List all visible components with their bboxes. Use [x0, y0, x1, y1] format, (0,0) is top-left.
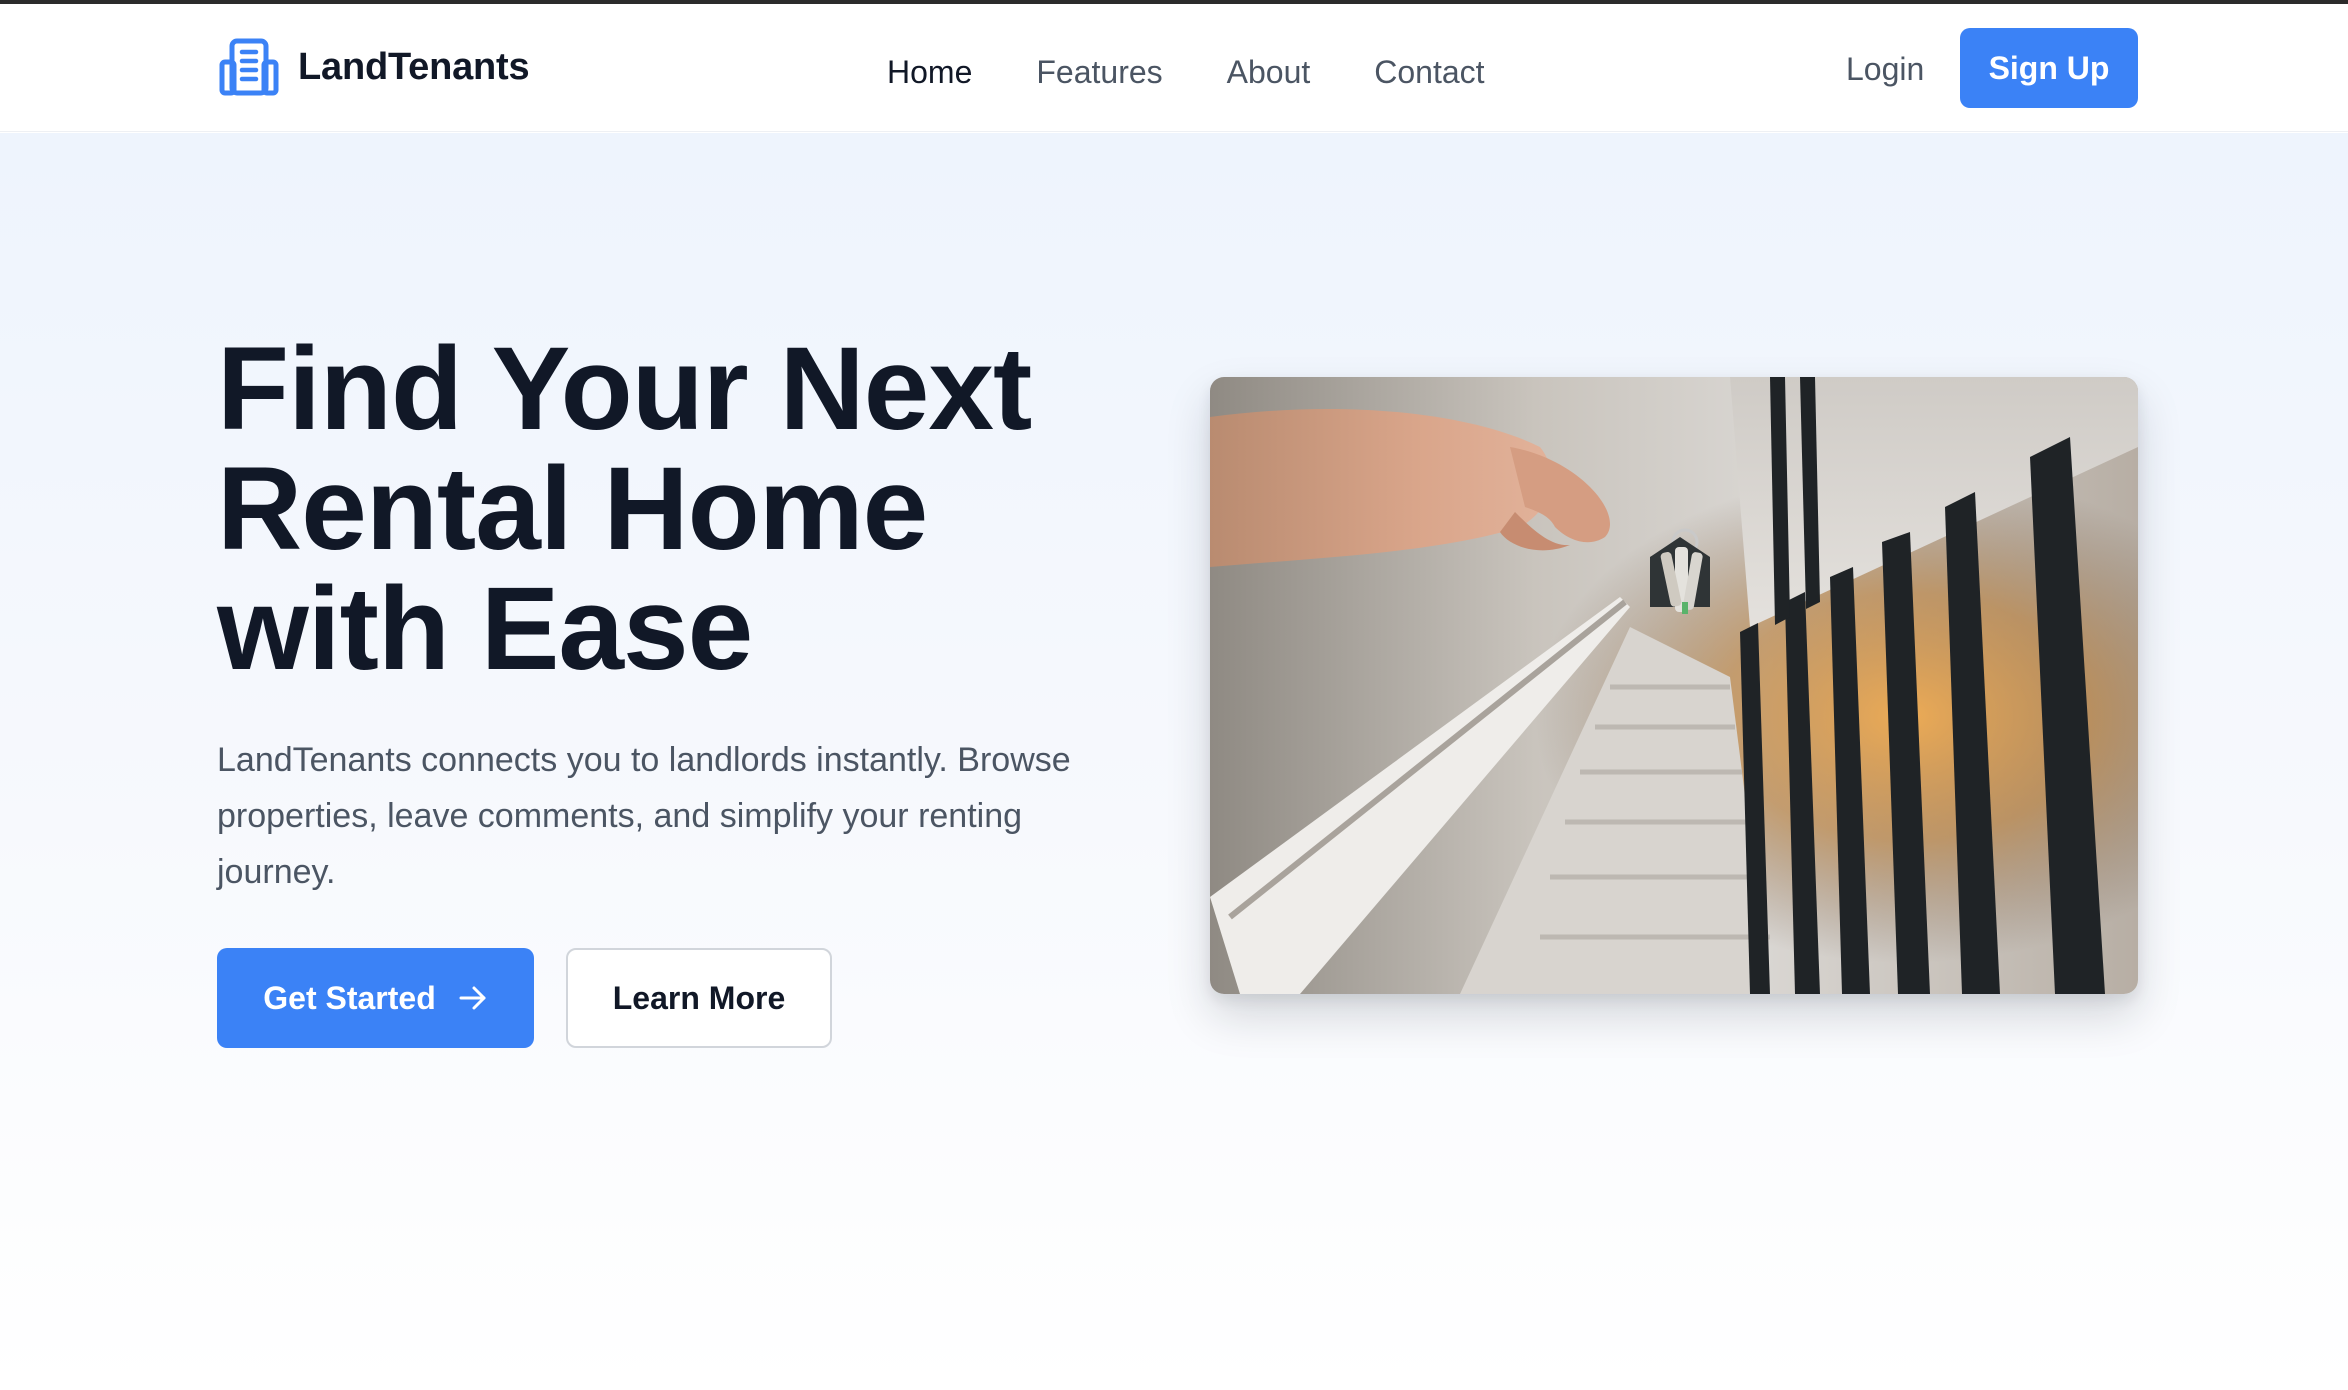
building-icon: [219, 38, 279, 96]
nav-home[interactable]: Home: [887, 54, 972, 91]
get-started-label: Get Started: [263, 979, 436, 1016]
arrow-right-icon: [459, 986, 486, 1010]
nav-about[interactable]: About: [1227, 54, 1311, 91]
hero-description: LandTenants connects you to landlords in…: [217, 741, 1071, 891]
login-link[interactable]: Login: [1846, 51, 1924, 97]
learn-more-button[interactable]: Learn More: [566, 948, 832, 1048]
hero-title-line: Rental Home: [217, 443, 928, 575]
hero-photo: [1210, 377, 2138, 994]
hero-photo-keys-staircase: [1210, 377, 2138, 994]
nav-features[interactable]: Features: [1036, 54, 1162, 91]
hero-title-line: Find Your Next: [217, 323, 1032, 455]
brand-name: LandTenants: [298, 45, 530, 88]
nav-contact[interactable]: Contact: [1374, 54, 1484, 91]
hero-section: Find Your Next Rental Home with Ease Lan…: [0, 133, 2348, 1390]
get-started-button[interactable]: Get Started: [217, 948, 534, 1048]
navbar: LandTenants Home Features About Contact …: [0, 4, 2348, 132]
brand-logo[interactable]: LandTenants: [218, 35, 530, 99]
signup-button[interactable]: Sign Up: [1960, 28, 2138, 108]
hero-title: Find Your Next Rental Home with Ease: [217, 329, 1197, 689]
hero-title-line: with Ease: [217, 563, 753, 695]
main-nav: Home Features About Contact: [887, 49, 1485, 95]
